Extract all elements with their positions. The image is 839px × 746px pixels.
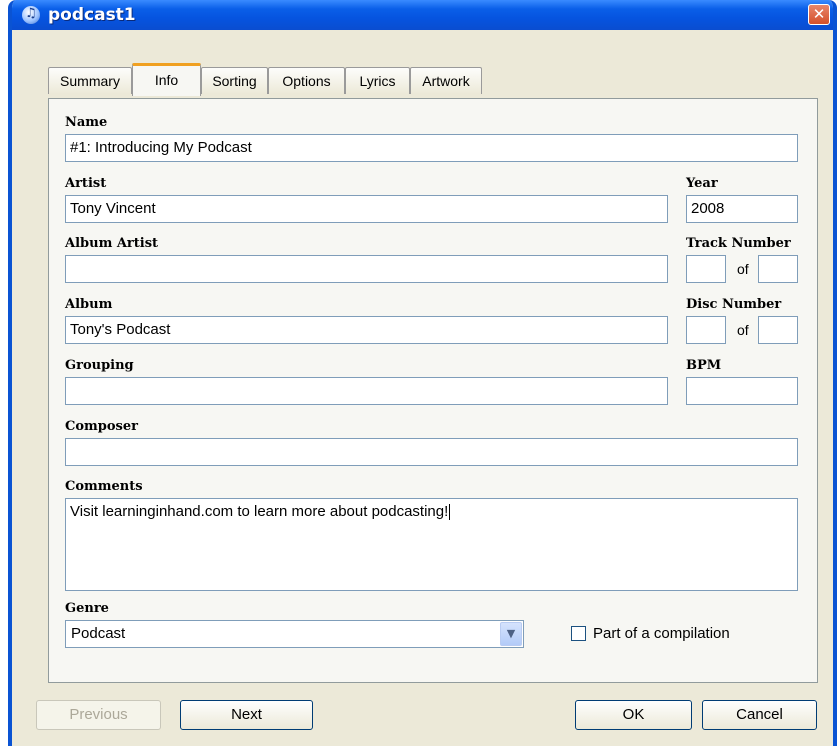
name-field[interactable]: #1: Introducing My Podcast (65, 134, 798, 162)
comments-label: Comments (65, 479, 143, 494)
comments-field[interactable]: Visit learninginhand.com to learn more a… (65, 498, 798, 591)
year-field[interactable]: 2008 (686, 195, 798, 223)
disc-total-field[interactable] (758, 316, 798, 344)
tab-summary[interactable]: Summary (48, 67, 132, 94)
disc-of-text: of (737, 322, 749, 338)
tab-sorting[interactable]: Sorting (201, 67, 268, 94)
track-number-field[interactable] (686, 255, 726, 283)
ok-button[interactable]: OK (575, 700, 692, 730)
text-cursor (449, 504, 451, 521)
genre-label: Genre (65, 601, 109, 616)
genre-value: Podcast (71, 625, 126, 642)
title-bar[interactable]: podcast1 ✕ (12, 0, 833, 30)
track-total-field[interactable] (758, 255, 798, 283)
tab-options[interactable]: Options (268, 67, 345, 94)
compilation-checkbox[interactable] (571, 626, 586, 641)
previous-button[interactable]: Previous (36, 700, 161, 730)
comments-text: Visit learninginhand.com to learn more a… (70, 503, 449, 520)
name-label: Name (65, 115, 108, 130)
artist-field[interactable]: Tony Vincent (65, 195, 668, 223)
year-label: Year (686, 176, 718, 191)
tab-lyrics[interactable]: Lyrics (345, 67, 410, 94)
genre-select[interactable]: Podcast ▼ (65, 620, 524, 648)
disc-number-label: Disc Number (686, 297, 782, 312)
album-field[interactable]: Tony's Podcast (65, 316, 668, 344)
close-icon: ✕ (812, 5, 826, 23)
bpm-field[interactable] (686, 377, 798, 405)
composer-field[interactable] (65, 438, 798, 466)
track-number-label: Track Number (686, 236, 791, 251)
close-button[interactable]: ✕ (808, 4, 830, 25)
album-artist-label: Album Artist (65, 236, 159, 251)
tab-artwork[interactable]: Artwork (410, 67, 482, 94)
info-panel: Name #1: Introducing My Podcast Artist T… (48, 98, 818, 683)
dialog-window: podcast1 ✕ Summary Info Sorting Options … (8, 0, 837, 746)
grouping-field[interactable] (65, 377, 668, 405)
window-title: podcast1 (48, 5, 136, 25)
compilation-label[interactable]: Part of a compilation (593, 625, 730, 642)
cancel-button[interactable]: Cancel (702, 700, 817, 730)
chevron-down-icon[interactable]: ▼ (500, 622, 522, 646)
next-button[interactable]: Next (180, 700, 313, 730)
disc-number-field[interactable] (686, 316, 726, 344)
itunes-icon (22, 6, 40, 24)
album-label: Album (65, 297, 113, 312)
tab-info[interactable]: Info (132, 63, 201, 96)
grouping-label: Grouping (65, 358, 134, 373)
composer-label: Composer (65, 419, 138, 434)
bpm-label: BPM (686, 358, 722, 373)
track-of-text: of (737, 261, 749, 277)
album-artist-field[interactable] (65, 255, 668, 283)
artist-label: Artist (65, 176, 107, 191)
